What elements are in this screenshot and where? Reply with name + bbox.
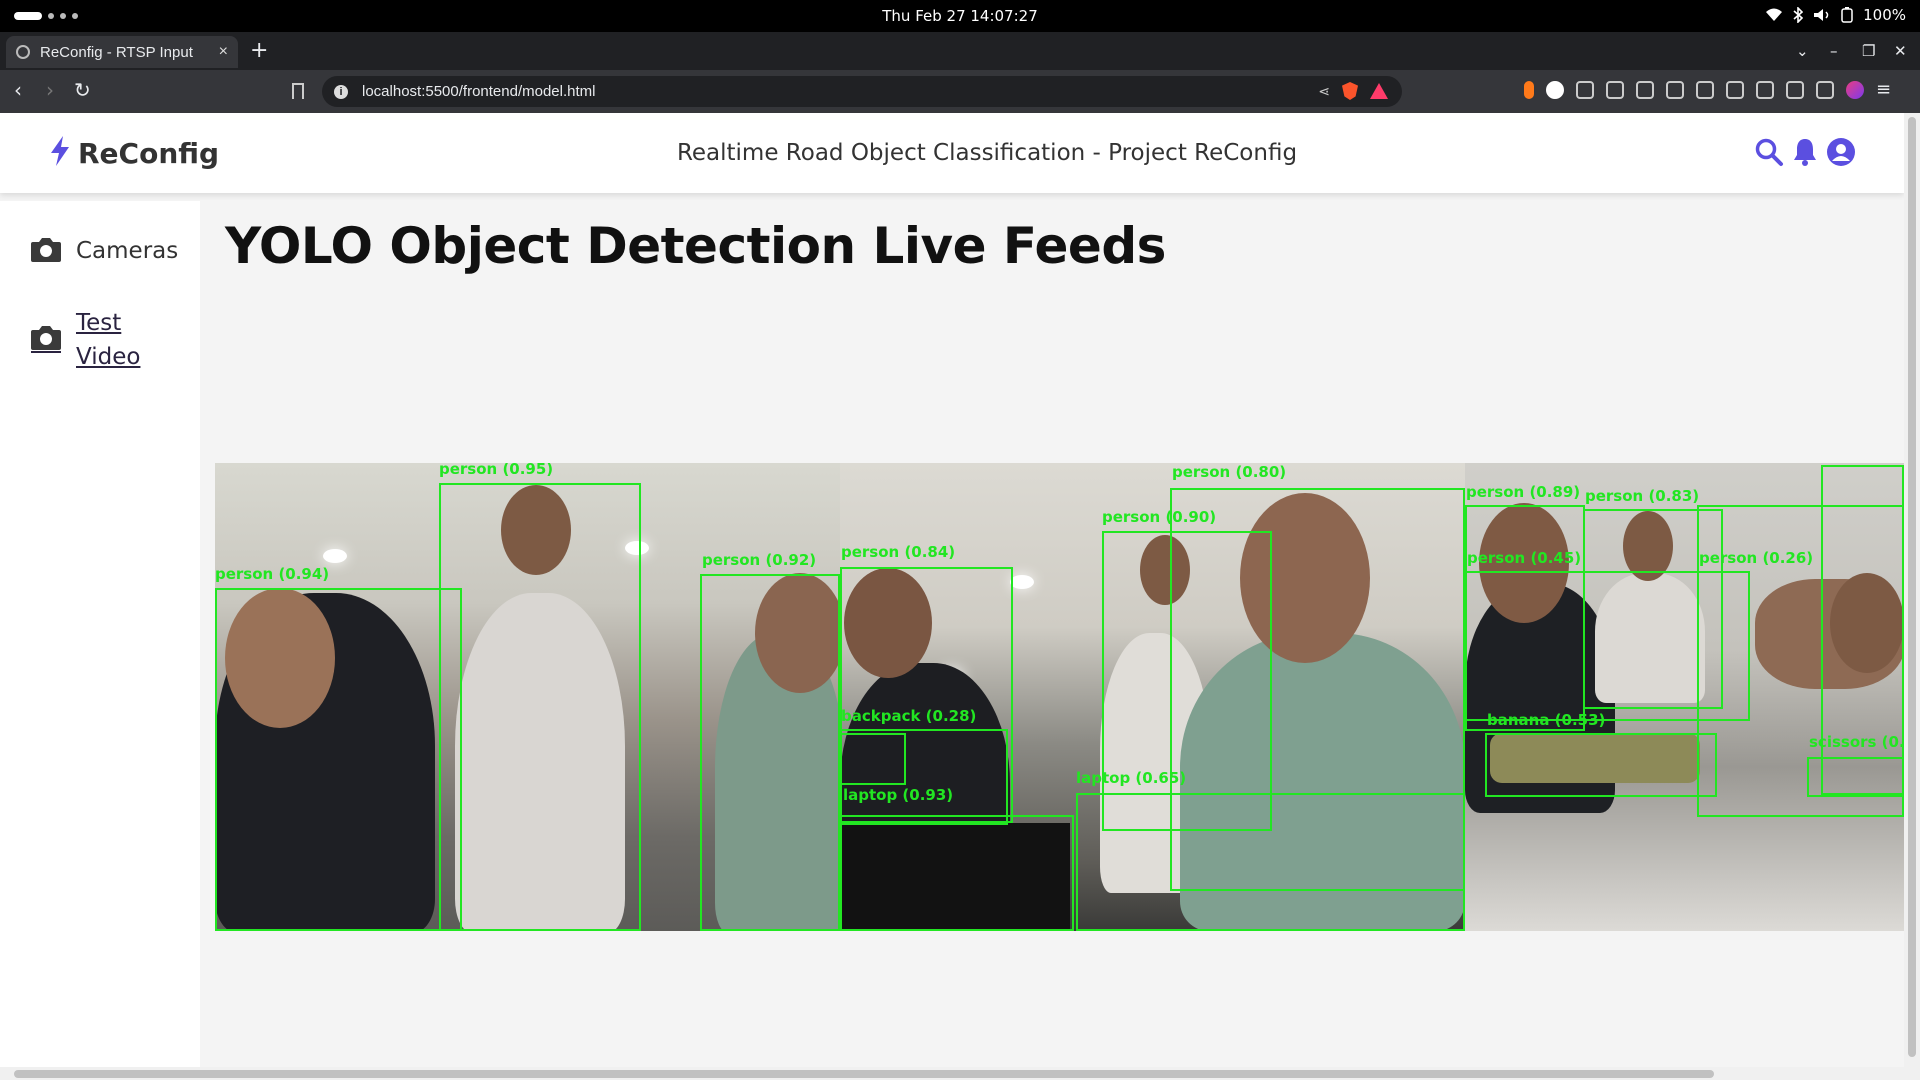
sidebar-item-cameras[interactable]: Cameras (30, 234, 178, 268)
browser-toolbar: ‹ › ↻ i localhost:5500/frontend/model.ht… (0, 70, 1920, 113)
bluetooth-icon (1793, 7, 1804, 23)
sidebar-item-label: Cameras (76, 238, 179, 264)
wallet-icon[interactable] (1786, 81, 1804, 99)
leo-ai-icon[interactable] (1816, 81, 1834, 99)
translate-extension-icon[interactable] (1606, 81, 1624, 99)
detection-box (840, 815, 1074, 931)
extension-icon[interactable] (1546, 81, 1564, 99)
tab-strip: ReConfig - RTSP Input × (0, 32, 1920, 70)
ceiling-light (1010, 575, 1034, 589)
reload-icon[interactable]: ↻ (74, 80, 91, 100)
sidebar-icon[interactable] (1756, 81, 1774, 99)
new-tab-button[interactable]: + (250, 40, 268, 62)
detection-box (1485, 733, 1717, 797)
camera-icon (30, 323, 62, 357)
video-feed[interactable]: person (0.94) person (0.95) person (0.92… (215, 463, 840, 931)
user-account-icon[interactable] (1826, 137, 1856, 171)
detection-box (439, 483, 641, 931)
site-info-icon[interactable]: i (334, 84, 348, 99)
address-bar[interactable]: i localhost:5500/frontend/model.html ⋖ (322, 76, 1402, 107)
detection-box (840, 733, 906, 785)
close-window-icon[interactable]: ✕ (1894, 42, 1907, 60)
os-clock[interactable]: Thu Feb 27 14:07:27 (0, 7, 1920, 25)
extensions-row: ≡ (1524, 81, 1891, 99)
horizontal-scrollbar[interactable] (0, 1067, 1920, 1080)
profile-avatar-icon[interactable] (1846, 81, 1864, 99)
detection-label: person (0.90) (1102, 508, 1217, 526)
video-feed[interactable]: person (0.84) backpack (0.28) laptop (0.… (840, 463, 1465, 931)
detection-label: person (0.83) (1585, 487, 1700, 505)
tab-list-icon[interactable]: ⌄ (1796, 42, 1809, 60)
detection-label: person (0.89) (1466, 483, 1581, 501)
page-title: YOLO Object Detection Live Feeds (225, 217, 1166, 275)
sidebar-label-line: Video (76, 344, 141, 370)
detection-label: person (0.45) (1467, 549, 1582, 567)
os-status-area[interactable]: 100% (1765, 6, 1906, 24)
menu-icon[interactable]: ≡ (1876, 81, 1891, 99)
detection-label: laptop (0.65) (1076, 769, 1187, 787)
detection-label: person (0.26) (1699, 549, 1814, 567)
header-actions (1754, 137, 1856, 171)
detection-label: person (0.95) (439, 463, 554, 478)
search-icon[interactable] (1754, 137, 1784, 171)
vertical-scrollbar[interactable] (1904, 113, 1920, 1067)
music-icon[interactable] (1696, 81, 1714, 99)
extension-icon[interactable] (1524, 81, 1534, 99)
camera-icon (30, 235, 62, 267)
back-icon[interactable]: ‹ (14, 80, 22, 100)
header-title: Realtime Road Object Classification - Pr… (676, 140, 1298, 166)
sidebar-item-test-video[interactable]: Test Video (30, 306, 140, 374)
extension-icon[interactable] (1576, 81, 1594, 99)
url-text: localhost:5500/frontend/model.html (362, 83, 596, 100)
site-header: ReConfig Realtime Road Object Classifica… (0, 113, 1904, 193)
tab-reconfig[interactable]: ReConfig - RTSP Input × (6, 36, 238, 68)
share-icon[interactable]: ⋖ (1318, 83, 1330, 100)
detection-box (215, 588, 462, 931)
detection-label: laptop (0.93) (843, 786, 954, 804)
tab-title: ReConfig - RTSP Input (40, 43, 193, 61)
detection-box (1807, 757, 1904, 797)
detection-label: person (0.92) (702, 551, 817, 569)
bookmark-icon[interactable] (292, 83, 304, 99)
forward-icon[interactable]: › (46, 80, 54, 100)
detection-box (1076, 793, 1465, 931)
detection-label: person (0.80) (1172, 463, 1287, 481)
video-feed[interactable]: person (0.89) person (0.83) person (0.45… (1465, 463, 1904, 931)
download-icon[interactable] (1726, 81, 1744, 99)
sidebar: Cameras Test Video (0, 201, 200, 1067)
detection-label: backpack (0.28) (841, 707, 977, 725)
close-tab-icon[interactable]: × (219, 43, 228, 61)
restore-icon[interactable]: ❐ (1862, 42, 1875, 60)
puzzle-icon[interactable] (1666, 81, 1684, 99)
bell-icon[interactable] (1792, 137, 1818, 171)
os-top-bar: Thu Feb 27 14:07:27 100% (0, 0, 1920, 32)
detection-label: person (0.84) (841, 543, 956, 561)
brave-shields-icon[interactable] (1342, 82, 1358, 100)
globe-icon (16, 45, 30, 59)
brave-rewards-icon[interactable] (1370, 83, 1388, 99)
shield-extension-icon[interactable] (1636, 81, 1654, 99)
battery-level: 100% (1863, 6, 1906, 24)
ceiling-light (323, 549, 347, 563)
detection-label: scissors (0.3 (1809, 733, 1904, 751)
volume-icon (1813, 8, 1831, 22)
live-feeds: person (0.94) person (0.95) person (0.92… (215, 463, 1904, 931)
detection-box (700, 574, 840, 931)
wifi-icon (1765, 8, 1783, 22)
sidebar-item-label[interactable]: Test Video (76, 306, 140, 374)
battery-icon (1841, 7, 1853, 23)
sidebar-label-line: Test (76, 310, 122, 336)
minimize-icon[interactable]: – (1830, 42, 1838, 60)
page: ReConfig Realtime Road Object Classifica… (0, 113, 1904, 1067)
detection-label: banana (0.53) (1487, 711, 1606, 729)
detection-label: person (0.94) (215, 565, 330, 583)
